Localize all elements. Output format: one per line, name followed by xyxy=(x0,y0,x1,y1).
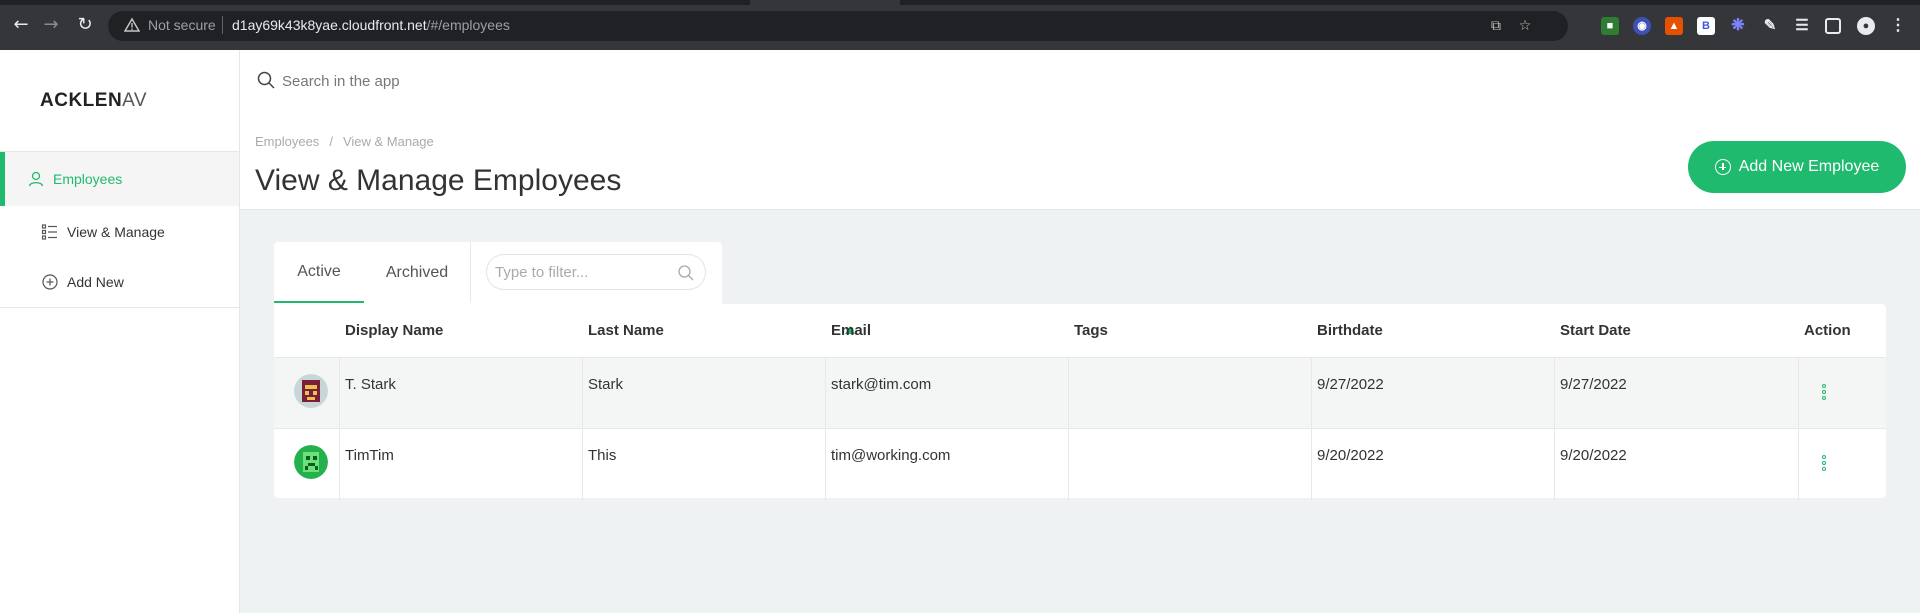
share-icon[interactable]: ⧉ xyxy=(1487,17,1505,35)
sidebar-item-employees[interactable]: Employees xyxy=(0,152,239,206)
breadcrumb-employees[interactable]: Employees xyxy=(255,134,319,149)
extension-green-icon[interactable]: ■ xyxy=(1601,17,1619,35)
column-divider xyxy=(1311,429,1312,500)
cell-display-name: TimTim xyxy=(345,447,394,464)
column-divider xyxy=(1798,358,1799,429)
extension-gear-icon[interactable]: ❋ xyxy=(1729,17,1747,35)
side-panel-icon[interactable] xyxy=(1825,18,1841,34)
logo-fade: AV xyxy=(122,90,148,111)
address-divider xyxy=(222,16,223,34)
browser-chrome: ← → ↻ Not secure d1ay69k43k8yae.cloudfro… xyxy=(0,0,1920,50)
employees-table: Display Name Last Name Email Tags Birthd… xyxy=(274,304,1886,500)
url-text[interactable]: d1ay69k43k8yae.cloudfront.net/#/employee… xyxy=(232,17,510,33)
warning-icon xyxy=(124,17,140,32)
tabs-bar: Active Archived xyxy=(274,242,722,304)
column-divider xyxy=(1311,358,1312,429)
sidebar-item-label: Add New xyxy=(67,274,124,290)
table-row[interactable]: TimTim This tim@working.com 9/20/2022 9/… xyxy=(274,428,1886,500)
profile-icon[interactable]: ● xyxy=(1857,17,1875,35)
search-icon xyxy=(678,265,694,281)
media-icon[interactable]: ☰ xyxy=(1793,17,1811,35)
tab-label: Active xyxy=(297,262,341,280)
url-host: d1ay69k43k8yae.cloudfront.net xyxy=(232,17,427,33)
breadcrumb-view-manage: View & Manage xyxy=(342,134,434,149)
extensions-puzzle-icon[interactable]: ✎ xyxy=(1761,17,1779,35)
tab-strip xyxy=(0,0,1920,5)
address-bar[interactable]: Not secure d1ay69k43k8yae.cloudfront.net… xyxy=(108,11,1568,41)
tab-label: Archived xyxy=(385,263,449,281)
table-row[interactable]: T. Stark Stark stark@tim.com 9/27/2022 9… xyxy=(274,357,1886,429)
active-tab[interactable] xyxy=(750,0,900,5)
search-icon xyxy=(257,71,275,89)
cell-email: tim@working.com xyxy=(831,447,951,464)
app-topbar xyxy=(240,50,1920,118)
user-icon xyxy=(28,171,44,187)
logo[interactable]: ACKLENAV xyxy=(40,90,147,112)
row-actions-icon[interactable] xyxy=(1822,455,1828,473)
url-path: /#/employees xyxy=(426,17,510,33)
forward-icon[interactable]: → xyxy=(40,14,62,36)
cell-display-name: T. Stark xyxy=(345,376,396,393)
column-header-email[interactable]: Email xyxy=(831,304,871,358)
column-divider xyxy=(339,429,340,500)
extension-b-icon[interactable]: B xyxy=(1697,17,1715,35)
sidebar-item-label: Employees xyxy=(53,171,123,187)
avatar xyxy=(294,445,328,479)
avatar xyxy=(294,374,328,408)
plus-circle-icon xyxy=(1714,159,1731,175)
column-divider xyxy=(1554,358,1555,429)
column-divider xyxy=(1554,429,1555,500)
column-header-birthdate[interactable]: Birthdate xyxy=(1317,304,1383,358)
add-new-employee-button[interactable]: Add New Employee xyxy=(1688,141,1906,193)
column-header-display-name[interactable]: Display Name xyxy=(345,304,443,358)
list-icon xyxy=(41,224,57,240)
extension-shield-icon[interactable]: ◉ xyxy=(1633,17,1651,35)
sidebar-item-view-manage[interactable]: View & Manage xyxy=(0,205,239,259)
column-divider xyxy=(1068,358,1069,429)
column-divider xyxy=(339,358,340,429)
cell-birthdate: 9/27/2022 xyxy=(1317,376,1384,393)
tabs-divider xyxy=(470,242,471,303)
cell-start-date: 9/27/2022 xyxy=(1560,376,1627,393)
plus-circle-icon xyxy=(42,274,58,290)
back-icon[interactable]: ← xyxy=(10,14,32,36)
extension-fox-icon[interactable]: ▲ xyxy=(1665,17,1683,35)
page-title: View & Manage Employees xyxy=(255,164,622,197)
column-header-start-date[interactable]: Start Date xyxy=(1560,304,1631,358)
column-divider xyxy=(1798,429,1799,500)
row-actions-icon[interactable] xyxy=(1822,384,1828,402)
cell-last-name: Stark xyxy=(588,376,624,393)
add-button-label: Add New Employee xyxy=(1738,158,1880,175)
column-divider xyxy=(825,429,826,500)
star-icon[interactable]: ☆ xyxy=(1516,17,1534,35)
app-search-input[interactable] xyxy=(282,68,1532,94)
column-header-tags[interactable]: Tags xyxy=(1074,304,1108,358)
sidebar-item-label: View & Manage xyxy=(67,224,165,240)
sidebar: ACKLENAV Employees View & Manage Add New xyxy=(0,50,240,613)
column-divider xyxy=(1068,429,1069,500)
reload-icon[interactable]: ↻ xyxy=(74,14,96,36)
breadcrumb-separator: / xyxy=(329,134,333,149)
column-header-action: Action xyxy=(1804,322,1851,339)
column-divider xyxy=(582,358,583,429)
column-divider xyxy=(582,429,583,500)
filter-box xyxy=(486,254,706,290)
tab-archived[interactable]: Archived xyxy=(364,242,470,303)
security-label: Not secure xyxy=(148,17,216,33)
menu-icon[interactable]: ⋮ xyxy=(1889,17,1907,35)
main-content: Employees / View & Manage View & Manage Em… xyxy=(240,50,1920,613)
cell-last-name: This xyxy=(588,447,617,464)
cell-birthdate: 9/20/2022 xyxy=(1317,447,1384,464)
column-header-last-name[interactable]: Last Name xyxy=(588,304,664,358)
logo-main: ACKLEN xyxy=(40,90,123,111)
page-header: Employees / View & Manage View & Manage Em… xyxy=(240,118,1920,210)
filter-input[interactable] xyxy=(495,262,665,282)
column-divider xyxy=(825,358,826,429)
breadcrumb: Employees / View & Manage xyxy=(255,134,434,149)
cell-email: stark@tim.com xyxy=(831,376,932,393)
sidebar-divider xyxy=(0,307,239,308)
cell-start-date: 9/20/2022 xyxy=(1560,447,1627,464)
tab-active[interactable]: Active xyxy=(274,242,364,303)
sidebar-item-add-new[interactable]: Add New xyxy=(0,255,239,309)
